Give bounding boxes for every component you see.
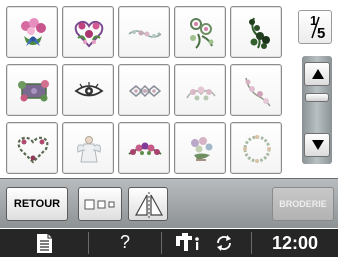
pattern-cell-6[interactable] xyxy=(6,64,58,116)
pattern-cell-1[interactable] xyxy=(6,6,58,58)
document-icon xyxy=(37,234,52,253)
broderie-label: BRODERIE xyxy=(279,199,327,209)
pattern-grid xyxy=(6,6,288,174)
pattern-cell-9[interactable] xyxy=(174,64,226,116)
button-bar: RETOUR BRODERIE xyxy=(0,178,338,228)
pattern-cell-11[interactable] xyxy=(6,122,58,174)
pattern-cell-15[interactable] xyxy=(230,122,282,174)
broderie-button[interactable]: BRODERIE xyxy=(272,187,334,221)
flowering-branch-embroidery-icon xyxy=(245,77,271,107)
scroll-up-button[interactable] xyxy=(304,62,330,86)
mirror-button[interactable] xyxy=(128,187,168,221)
retour-label: RETOUR xyxy=(13,198,61,210)
pattern-cell-4[interactable] xyxy=(174,6,226,58)
floral-border-embroidery-icon xyxy=(128,30,162,38)
pattern-cell-14[interactable] xyxy=(174,122,226,174)
pattern-cell-3[interactable] xyxy=(118,6,170,58)
scroll-down-button[interactable] xyxy=(304,133,330,157)
mirror-image-icon xyxy=(134,192,164,218)
ornament-border-embroidery-icon xyxy=(128,84,162,98)
retour-button[interactable]: RETOUR xyxy=(6,187,68,221)
scroll-thumb[interactable] xyxy=(305,93,329,102)
lace-flowers-embroidery-icon xyxy=(186,86,216,101)
page-total: 5 xyxy=(317,25,326,42)
round-wreath-embroidery-icon xyxy=(243,135,271,163)
angel-embroidery-icon xyxy=(77,136,101,163)
machine-settings-button[interactable] xyxy=(162,229,251,257)
floral-frame-embroidery-icon xyxy=(18,80,49,102)
layout-button[interactable] xyxy=(78,187,122,221)
pattern-cell-12[interactable] xyxy=(62,122,114,174)
pattern-cell-7[interactable] xyxy=(62,64,114,116)
rotate-arrows-icon xyxy=(217,235,231,251)
triangle-up-icon xyxy=(312,69,324,79)
floral-bouquet-embroidery-icon xyxy=(191,137,213,161)
heart-wreath-embroidery-icon xyxy=(17,136,49,164)
boxes-size-icon xyxy=(84,199,115,210)
clock: 12:00 xyxy=(271,233,319,253)
bouquet-with-bow-embroidery-icon xyxy=(21,18,46,46)
document-button[interactable] xyxy=(0,229,88,257)
status-bar: ? 12:00 xyxy=(0,229,338,257)
pattern-cell-2[interactable] xyxy=(62,6,114,58)
pattern-cell-10[interactable] xyxy=(230,64,282,116)
help-button[interactable]: ? xyxy=(89,229,161,257)
page-indicator: 1 5 xyxy=(298,10,332,44)
triangle-down-icon xyxy=(312,140,324,150)
sewing-machine-thread-icon xyxy=(176,233,199,251)
pattern-cell-5[interactable] xyxy=(230,6,282,58)
help-label: ? xyxy=(119,232,130,252)
pattern-cell-13[interactable] xyxy=(118,122,170,174)
eye-motif-embroidery-icon xyxy=(74,82,104,97)
pattern-cell-8[interactable] xyxy=(118,64,170,116)
heart-with-roses-embroidery-icon xyxy=(74,20,104,48)
flower-vine-embroidery-icon xyxy=(249,17,270,49)
floral-garland-embroidery-icon xyxy=(128,142,162,155)
embroidery-selection-screen: 1 5 RETOUR BRODERIE ? 12:00 xyxy=(0,0,338,257)
fraction-slash-icon xyxy=(311,16,320,39)
flower-spray-embroidery-icon xyxy=(190,18,214,49)
